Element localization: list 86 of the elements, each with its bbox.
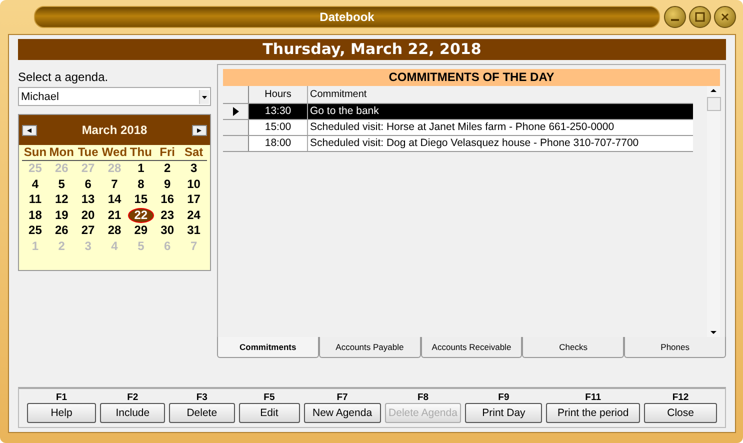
tab[interactable]: Checks [522,337,624,358]
tab[interactable]: Accounts Payable [318,337,421,358]
tab[interactable]: Commitments [217,337,319,358]
action-button[interactable]: Include [100,403,166,423]
calendar-day[interactable]: 5 [48,176,75,192]
previous-month-button[interactable]: ◂ [22,124,37,136]
window-title: Datebook [320,10,374,24]
calendar-day[interactable]: 10 [180,176,207,192]
shortcut-label: F12 [672,392,689,403]
weekday-label: Wed [101,145,128,160]
table-row[interactable]: 13:30 Go to the bank [223,104,693,120]
minimize-icon[interactable] [664,6,686,28]
calendar-day[interactable]: 28 [101,223,128,238]
calendar-day[interactable]: 1 [128,161,154,176]
scrollbar[interactable] [707,86,720,337]
maximize-icon[interactable] [689,6,711,28]
weekday-label: Sat [183,145,204,160]
action-button[interactable]: New Agenda [304,403,381,423]
table-cell: Go to the bank [308,104,693,119]
table-cell: 15:00 [249,120,308,135]
table-cell-text: Scheduled visit: Dog at Diego Velasquez house - Phone 310-707-7700 [309,136,640,151]
table-row[interactable]: 18:00 Scheduled visit: Dog at Diego Velasquez house - Phone 310-707-7700 [223,136,693,152]
calendar-day[interactable]: 18 [22,208,48,223]
calendar-day[interactable]: 21 [101,208,128,223]
calendar-day[interactable]: 15 [128,192,154,208]
table-cell: 13:30 [249,104,308,119]
weekday-label: Mon [48,145,75,160]
calendar-day[interactable]: 23 [154,208,181,223]
weekday-label: Tue [76,145,100,160]
calendar-day[interactable]: 17 [180,192,207,208]
tab[interactable]: Phones [624,337,726,358]
weekday-label: Thu [128,145,153,160]
column-header: Commitment [309,88,368,102]
shortcut-label: F1 [56,392,68,403]
action-button[interactable]: Close [644,403,717,423]
calendar-day[interactable]: 12 [48,192,75,208]
column-header: Hours [249,86,308,103]
table-cell: 18:00 [249,136,308,151]
shortcut-label: F9 [498,392,510,403]
action-button[interactable]: Edit [238,403,300,423]
calendar-day[interactable]: 25 [22,223,48,238]
shortcut-label: F2 [127,392,138,403]
shortcut-label: F7 [336,392,348,403]
agenda-label: Select a agenda. [18,70,110,84]
calendar-day[interactable]: 9 [154,176,181,192]
calendar-day[interactable]: 29 [128,223,154,238]
close-icon[interactable] [714,6,736,28]
calendar-day[interactable]: 8 [128,176,154,192]
scroll-thumb[interactable] [706,97,720,111]
row-selector[interactable] [223,104,249,119]
action-button[interactable]: Print Day [465,403,542,423]
calendar-day[interactable]: 24 [180,208,207,223]
action-button[interactable]: Print the period [546,403,640,423]
weekday-label: Fri [158,145,176,160]
table-cell-text: Scheduled visit: Horse at Janet Miles farm - Phone 661-250-0000 [309,120,616,135]
calendar-day[interactable]: 26 [48,223,75,238]
tab[interactable]: Accounts Receivable [420,337,522,358]
shortcut-label: F5 [264,392,275,403]
calendar-day[interactable]: 2 [154,161,181,176]
next-month-button[interactable]: ▸ [192,124,207,136]
calendar-day[interactable]: 13 [74,192,102,208]
commitments-title: COMMITMENTS OF THE DAY [223,69,720,86]
month-title: March 2018 [82,123,148,137]
shortcut-label: F8 [417,392,429,403]
calendar-day[interactable]: 19 [48,208,75,223]
shortcut-label: F3 [196,392,208,403]
action-button[interactable]: Delete [169,403,234,423]
calendar-day[interactable]: 20 [74,208,102,223]
calendar-day[interactable]: 7 [101,176,128,192]
current-row-icon [232,107,238,116]
calendar-day[interactable]: 31 [180,223,207,238]
calendar-day[interactable]: 22 [128,208,154,223]
calendar-day[interactable]: 11 [22,192,48,208]
weekday-label: Sun [22,145,48,160]
calendar-day[interactable]: 4 [22,176,48,192]
action-button[interactable]: Help [27,403,96,423]
calendar-day[interactable]: 16 [154,192,181,208]
calendar-day[interactable]: 30 [154,223,181,238]
calendar-day[interactable]: 3 [180,161,207,176]
calendar-day[interactable]: 14 [101,192,128,208]
calendar-day[interactable]: 6 [74,176,102,192]
shortcut-label: F11 [585,392,602,403]
table-row[interactable]: 15:00 Scheduled visit: Horse at Janet Miles farm - Phone 661-250-0000 [223,120,693,136]
calendar-day[interactable]: 27 [74,223,102,238]
date-header: Thursday, March 22, 2018 [18,39,726,60]
agenda-dropdown[interactable]: Michael [18,87,211,106]
